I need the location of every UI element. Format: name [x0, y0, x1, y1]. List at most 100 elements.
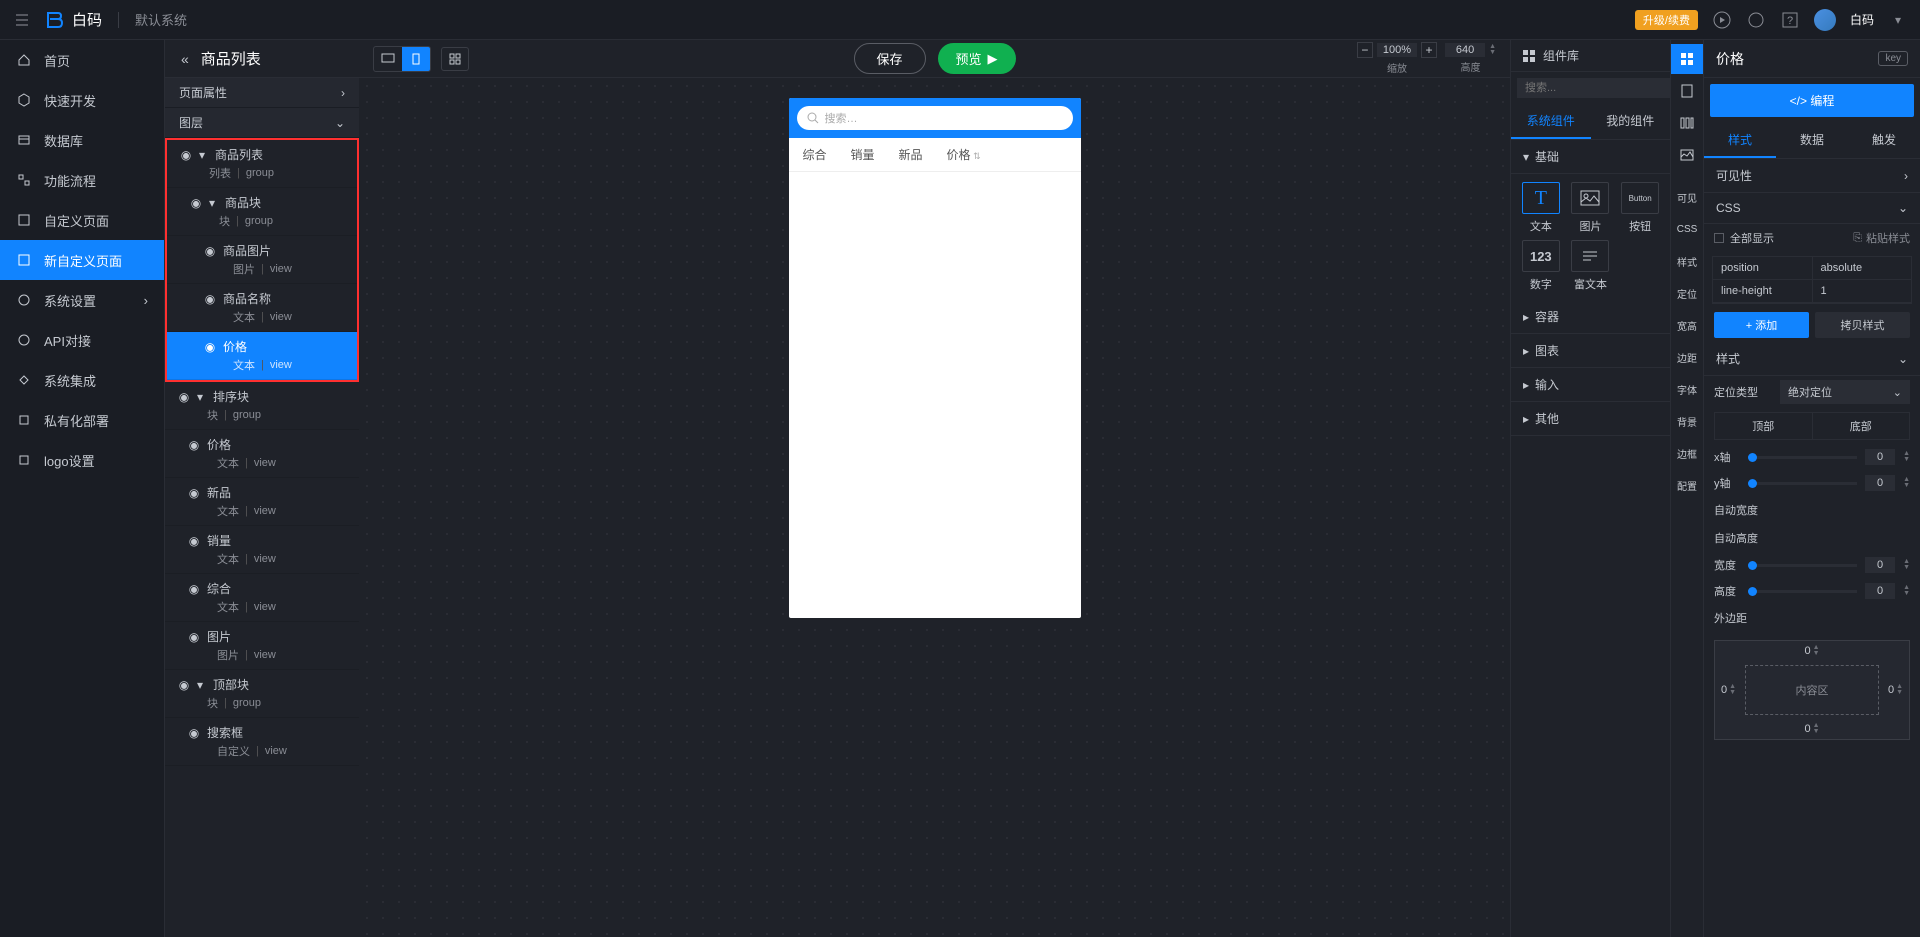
x-value[interactable]: 0 — [1865, 449, 1895, 465]
canvas-viewport[interactable]: 搜索… 综合 销量 新品 价格 — [359, 78, 1510, 937]
nav-quickdev[interactable]: 快速开发 — [0, 80, 164, 120]
mobile-button[interactable] — [402, 47, 430, 71]
css-row[interactable]: line-height1 — [1713, 280, 1911, 303]
strip-doc-icon[interactable] — [1671, 76, 1703, 106]
device-tab[interactable]: 新品 — [899, 146, 923, 163]
visibility-icon[interactable]: ◉ — [187, 486, 201, 500]
device-frame[interactable]: 搜索… 综合 销量 新品 价格 — [789, 98, 1081, 618]
margin-top-input[interactable]: 0▲▼ — [1804, 645, 1819, 657]
logo[interactable]: 白码 — [44, 9, 102, 30]
cloud-icon[interactable] — [1746, 10, 1766, 30]
layer-item[interactable]: ◉销量文本|view — [165, 526, 359, 574]
strip-border[interactable]: 边框 — [1671, 438, 1703, 468]
paste-style-button[interactable]: ⎘粘贴样式 — [1853, 230, 1910, 246]
preview-button[interactable]: 预览▶ — [938, 43, 1016, 74]
layer-item[interactable]: ◉▾顶部块块|group — [165, 670, 359, 718]
code-button[interactable]: </> 编程 — [1710, 84, 1914, 117]
width-value-input[interactable]: 0 — [1865, 557, 1895, 573]
margin-left-input[interactable]: 0▲▼ — [1721, 684, 1736, 696]
strip-image-icon[interactable] — [1671, 140, 1703, 170]
copy-style-button[interactable]: 拷贝样式 — [1815, 312, 1910, 338]
zoom-value[interactable]: 100% — [1377, 43, 1417, 57]
margin-editor[interactable]: 0▲▼ 0▲▼ 0▲▼ 0▲▼ 内容区 — [1714, 640, 1910, 740]
desktop-button[interactable] — [374, 47, 402, 71]
auto-width-row[interactable]: 自动宽度 — [1704, 496, 1920, 524]
layer-item[interactable]: ◉搜索框自定义|view — [165, 718, 359, 766]
height-spinner[interactable]: ▲▼ — [1903, 585, 1910, 597]
layer-item[interactable]: ◉综合文本|view — [165, 574, 359, 622]
layer-item[interactable]: ◉商品图片图片|view — [167, 236, 357, 284]
avatar[interactable] — [1814, 9, 1836, 31]
caret-down-icon[interactable]: ▾ — [197, 678, 207, 692]
save-button[interactable]: 保存 — [853, 43, 925, 74]
layers-panel-header[interactable]: 图层⌄ — [165, 108, 359, 138]
nav-api[interactable]: API对接 — [0, 320, 164, 360]
zoom-in-button[interactable]: + — [1421, 42, 1437, 58]
y-spinner[interactable]: ▲▼ — [1903, 477, 1910, 489]
component-image[interactable]: 图片 — [1569, 182, 1613, 234]
style-section-header[interactable]: 样式⌄ — [1704, 342, 1920, 376]
visibility-icon[interactable]: ◉ — [177, 678, 191, 692]
device-tab[interactable]: 销量 — [851, 146, 875, 163]
anchor-bottom-button[interactable]: 底部 — [1813, 413, 1910, 439]
tab-system-components[interactable]: 系统组件 — [1511, 104, 1591, 139]
layer-item[interactable]: ◉图片图片|view — [165, 622, 359, 670]
visibility-icon[interactable]: ◉ — [187, 438, 201, 452]
width-spinner[interactable]: ▲▼ — [1489, 44, 1496, 56]
nav-workflow[interactable]: 功能流程 — [0, 160, 164, 200]
strip-style[interactable]: 样式 — [1671, 246, 1703, 276]
layer-item[interactable]: ◉商品名称文本|view — [167, 284, 357, 332]
x-slider[interactable] — [1748, 456, 1857, 459]
strip-css[interactable]: CSS — [1671, 214, 1703, 244]
visibility-icon[interactable]: ◉ — [203, 292, 217, 306]
visibility-icon[interactable]: ◉ — [187, 726, 201, 740]
visibility-icon[interactable]: ◉ — [179, 148, 193, 162]
upgrade-button[interactable]: 升级/续费 — [1635, 10, 1698, 30]
strip-visible[interactable]: 可见 — [1671, 182, 1703, 212]
anchor-top-button[interactable]: 顶部 — [1715, 413, 1813, 439]
strip-position[interactable]: 定位 — [1671, 278, 1703, 308]
visibility-section-header[interactable]: 可见性› — [1704, 159, 1920, 193]
width-spinner[interactable]: ▲▼ — [1903, 559, 1910, 571]
back-button[interactable]: « — [181, 51, 189, 67]
strip-bg[interactable]: 背景 — [1671, 406, 1703, 436]
component-richtext[interactable]: 富文本 — [1569, 240, 1613, 292]
css-section-header[interactable]: CSS⌄ — [1704, 193, 1920, 224]
visibility-icon[interactable]: ◉ — [203, 340, 217, 354]
help-icon[interactable]: ? — [1780, 10, 1800, 30]
component-text[interactable]: T文本 — [1519, 182, 1563, 234]
height-slider[interactable] — [1748, 590, 1857, 593]
play-icon[interactable] — [1712, 10, 1732, 30]
auto-height-row[interactable]: 自动高度 — [1704, 524, 1920, 552]
system-name[interactable]: 默认系统 — [135, 10, 187, 29]
width-slider[interactable] — [1748, 564, 1857, 567]
component-search-input[interactable] — [1517, 78, 1675, 98]
caret-down-icon[interactable]: ▾ — [199, 148, 209, 162]
strip-grid-icon[interactable] — [1671, 44, 1703, 74]
strip-cols-icon[interactable] — [1671, 108, 1703, 138]
tab-style[interactable]: 样式 — [1704, 123, 1776, 158]
layer-item[interactable]: ◉▾商品块块|group — [167, 188, 357, 236]
visibility-icon[interactable]: ◉ — [187, 582, 201, 596]
page-props-panel-header[interactable]: 页面属性› — [165, 78, 359, 108]
visibility-icon[interactable]: ◉ — [189, 196, 203, 210]
zoom-out-button[interactable]: − — [1357, 42, 1373, 58]
layer-item-selected[interactable]: ◉价格文本|view — [167, 332, 357, 380]
margin-bottom-input[interactable]: 0▲▼ — [1804, 723, 1819, 735]
tab-trigger[interactable]: 触发 — [1848, 123, 1920, 158]
y-slider[interactable] — [1748, 482, 1857, 485]
key-badge[interactable]: key — [1878, 51, 1908, 66]
visibility-icon[interactable]: ◉ — [187, 534, 201, 548]
nav-newcustompage[interactable]: 新自定义页面 — [0, 240, 164, 280]
device-tab-price[interactable]: 价格 — [947, 146, 981, 163]
css-row[interactable]: positionabsolute — [1713, 257, 1911, 280]
height-value-input[interactable]: 0 — [1865, 583, 1895, 599]
grid-toggle-button[interactable] — [441, 47, 469, 71]
section-basic[interactable]: ▾基础 — [1511, 140, 1670, 174]
nav-integration[interactable]: 系统集成 — [0, 360, 164, 400]
checkbox[interactable] — [1714, 233, 1724, 243]
strip-margin[interactable]: 边距 — [1671, 342, 1703, 372]
margin-right-input[interactable]: 0▲▼ — [1888, 684, 1903, 696]
chevron-down-icon[interactable]: ▾ — [1888, 10, 1908, 30]
device-search-input[interactable]: 搜索… — [797, 106, 1073, 130]
